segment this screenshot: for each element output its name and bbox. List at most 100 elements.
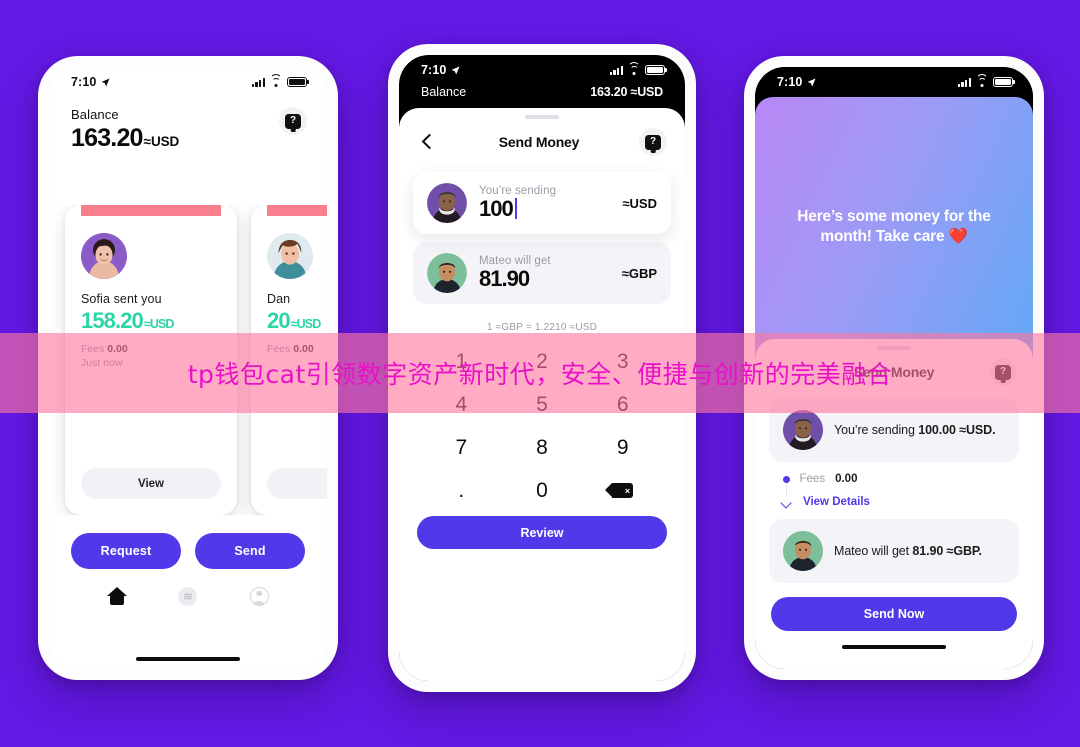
avatar-face-dan [267, 233, 313, 279]
status-time: 7:10 [421, 63, 447, 77]
transaction-amount: 20 [267, 308, 291, 333]
avatar-face-sofia [81, 233, 127, 279]
chevron-down-icon [779, 495, 793, 509]
sending-amount-card[interactable]: You’re sending 100 ≈USD [413, 172, 671, 234]
sending-value-row: 100 [479, 196, 610, 222]
help-question-icon: ? [645, 134, 661, 150]
card-top-tab [267, 205, 327, 216]
status-time: 7:10 [71, 75, 97, 89]
bullet-dot-icon [782, 475, 790, 483]
profile-icon [249, 586, 269, 606]
page-title: Send Money [498, 134, 580, 150]
primary-actions: Request Send [49, 533, 327, 569]
fees-label: Fees [799, 473, 826, 485]
send-button[interactable]: Send [195, 533, 305, 569]
request-button[interactable]: Request [71, 533, 181, 569]
avatar [427, 253, 467, 293]
balance-currency: ≈USD [143, 134, 180, 149]
cellular-signal-icon [251, 77, 265, 87]
receiving-value: 81.90 [479, 265, 530, 291]
status-bar: 7:10 [399, 55, 685, 85]
send-now-button[interactable]: Send Now [771, 597, 1017, 631]
summary-sending-text: You’re sending 100.00 ≈USD. [834, 423, 996, 437]
key-8[interactable]: 8 [502, 427, 583, 468]
avatar [783, 531, 823, 571]
key-decimal[interactable]: . [421, 470, 502, 511]
help-question-icon: ? [285, 113, 301, 129]
card-top-tab [81, 205, 221, 216]
status-bar: 7:10 [49, 67, 327, 97]
avatar [81, 233, 127, 279]
home-indicator [136, 657, 240, 661]
avatar-face-mateo [783, 531, 823, 571]
message-text: Here’s some money for the month! Take ca… [797, 207, 991, 245]
view-button[interactable]: View [81, 468, 221, 499]
bottom-tab-bar: ≋ [49, 585, 327, 607]
balance-strip: Balance 163.20 ≈USD [399, 85, 685, 108]
promo-overlay-banner: tp钱包cat引领数字资产新时代，安全、便捷与创新的完美融合 [0, 333, 1080, 413]
key-9[interactable]: 9 [582, 427, 663, 468]
help-button[interactable]: ? [639, 128, 667, 156]
transaction-amount-row: 20 ≈USD [267, 308, 327, 334]
balance-label: Balance [71, 107, 119, 122]
wifi-icon [976, 73, 988, 87]
view-button[interactable] [267, 468, 327, 499]
view-details-row[interactable]: View Details [779, 495, 1033, 509]
wifi-icon [628, 61, 640, 75]
tab-wallet[interactable]: ≋ [177, 585, 199, 607]
battery-icon [993, 77, 1013, 87]
tab-home[interactable] [106, 585, 128, 607]
review-button[interactable]: Review [417, 516, 667, 549]
home-indicator [842, 645, 946, 649]
fees-row: Fees 0.00 [779, 473, 1033, 485]
balance-header: Balance 163.20 ≈USD ? [49, 97, 327, 153]
transaction-amount-row: 158.20 ≈USD [81, 308, 221, 334]
balance-label: Balance [421, 85, 467, 99]
receiving-currency[interactable]: ≈GBP [622, 266, 657, 281]
back-icon[interactable] [417, 131, 439, 153]
tab-profile[interactable] [248, 585, 270, 607]
balance-amount: 163.20 [71, 124, 143, 152]
transaction-currency: ≈USD [143, 317, 175, 331]
cellular-signal-icon [609, 65, 623, 75]
promo-overlay-text: tp钱包cat引领数字资产新时代，安全、便捷与创新的完美融合 [187, 360, 893, 389]
exchange-rate: 1 ≈GBP = 1.2210 ≈USD [486, 322, 598, 333]
sending-currency[interactable]: ≈USD [622, 196, 657, 211]
transaction-amount: 158.20 [81, 308, 144, 333]
location-arrow-icon [101, 78, 110, 86]
wifi-icon [270, 73, 282, 87]
avatar-face-sender [783, 410, 823, 450]
key-backspace[interactable]: × [582, 470, 663, 511]
location-arrow-icon [451, 66, 460, 74]
backspace-icon: × [605, 483, 634, 498]
diem-wave-icon: ≋ [178, 586, 198, 606]
status-bar: 7:10 [755, 67, 1033, 97]
fees-value: 0.00 [835, 473, 858, 485]
cellular-signal-icon [957, 77, 971, 87]
avatar-face-sender [427, 183, 467, 223]
summary-receiving-text: Mateo will get 81.90 ≈GBP. [834, 544, 982, 558]
help-button[interactable]: ? [279, 107, 307, 135]
sending-value: 100 [479, 195, 514, 221]
sheet-header: Send Money ? [399, 119, 685, 156]
location-arrow-icon [807, 78, 816, 86]
battery-icon [645, 65, 665, 75]
avatar [427, 183, 467, 223]
transaction-sender-name: Sofia sent you [81, 292, 162, 306]
key-7[interactable]: 7 [421, 427, 502, 468]
avatar [267, 233, 313, 279]
screenshot-root: 7:10 Balance 163.20 ≈USD ? Sofia sent yo… [0, 0, 1080, 747]
key-0[interactable]: 0 [502, 470, 583, 511]
avatar [783, 410, 823, 450]
transaction-sender-name: Dan [267, 292, 291, 306]
status-time: 7:10 [777, 75, 803, 89]
text-caret [514, 198, 517, 219]
fee-breakdown: Fees 0.00 View Details [755, 462, 1033, 519]
receiving-amount-card[interactable]: Mateo will get 81.90 ≈GBP [413, 242, 671, 304]
view-details-label: View Details [803, 496, 870, 508]
avatar-face-mateo [427, 253, 467, 293]
message-card: Here’s some money for the month! Take ca… [755, 97, 1033, 357]
summary-receiving-card: Mateo will get 81.90 ≈GBP. [769, 519, 1019, 583]
battery-icon [287, 77, 307, 87]
transaction-currency: ≈USD [290, 317, 322, 331]
